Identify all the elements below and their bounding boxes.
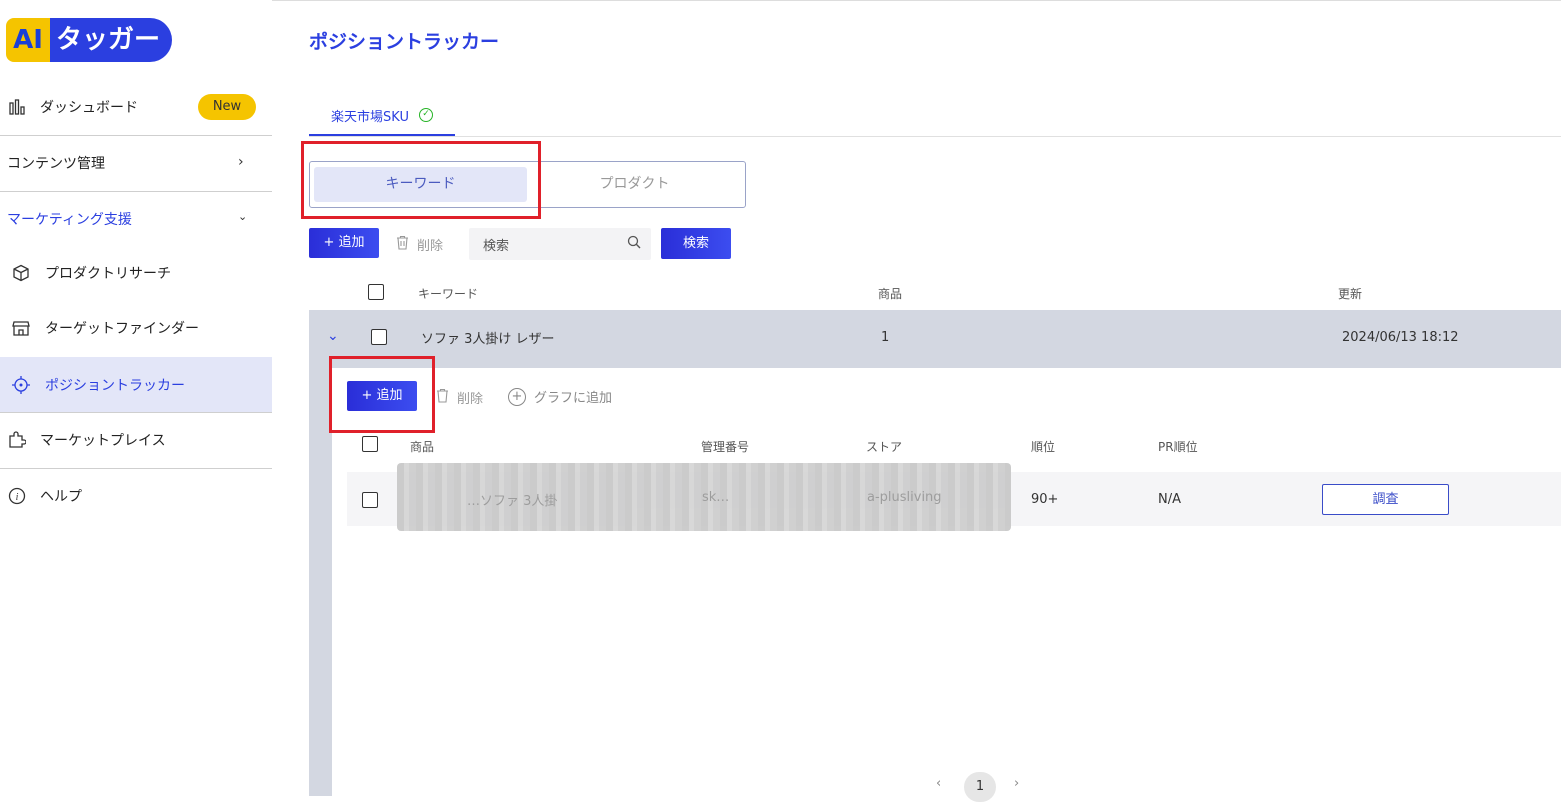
- tab-label: 楽天市場SKU: [331, 109, 409, 125]
- header-product: 商品: [878, 287, 903, 301]
- bar-chart-icon: [8, 97, 28, 117]
- sub-row-mgmt: sk…: [702, 490, 730, 505]
- search-icon: [627, 235, 641, 253]
- sub-header-store: ストア: [866, 440, 903, 454]
- app-logo[interactable]: AI タッガー: [6, 18, 173, 62]
- tab-underline: [309, 136, 1561, 137]
- row-updated: 2024/06/13 18:12: [1342, 330, 1459, 345]
- sub-delete-button[interactable]: 削除: [436, 388, 483, 407]
- highlight-box-segment: [301, 141, 541, 219]
- sidebar-item-marketplace[interactable]: マーケットプレイス: [0, 427, 272, 453]
- highlight-box-add: [329, 356, 435, 433]
- crosshair-icon: [11, 375, 31, 395]
- chevron-down-icon: ⌄: [238, 210, 248, 223]
- sub-row-rank: 90+: [1031, 492, 1059, 507]
- pager-next-icon[interactable]: ›: [1014, 776, 1019, 791]
- search-button[interactable]: 検索: [661, 228, 731, 259]
- sidebar-item-position-tracker[interactable]: ポジショントラッカー: [0, 357, 272, 412]
- sub-header-pr-rank: PR順位: [1158, 440, 1198, 454]
- store-icon: [11, 318, 31, 338]
- divider: [0, 135, 272, 136]
- investigate-button[interactable]: 調査: [1322, 484, 1449, 515]
- delete-button[interactable]: 削除: [396, 235, 443, 254]
- delete-label: 削除: [457, 392, 484, 407]
- sidebar-item-label: ヘルプ: [40, 489, 82, 505]
- select-all-checkbox[interactable]: [368, 284, 384, 300]
- page-number[interactable]: 1: [964, 772, 996, 802]
- header-updated: 更新: [1338, 287, 1363, 301]
- page-title: ポジショントラッカー: [309, 31, 500, 53]
- chevron-down-icon[interactable]: ⌄: [327, 328, 339, 344]
- row-checkbox[interactable]: [371, 329, 387, 345]
- sidebar-item-label: マーケティング支援: [7, 212, 132, 228]
- trash-icon: [396, 235, 409, 254]
- sidebar-item-marketing[interactable]: マーケティング支援: [0, 206, 272, 232]
- svg-text:i: i: [16, 492, 19, 503]
- row-product-count: 1: [881, 330, 890, 345]
- info-icon: i: [7, 486, 27, 506]
- plus-circle-icon: +: [508, 387, 526, 406]
- redacted-product-info: …ソファ 3人掛 sk… a-plusliving: [397, 463, 1011, 531]
- divider: [0, 468, 272, 469]
- sidebar-item-label: ダッシュボード: [40, 100, 138, 116]
- sidebar-item-target-finder[interactable]: ターゲットファインダー: [0, 315, 272, 341]
- sidebar: AI タッガー ダッシュボード New コンテンツ管理 › マーケティング支援 …: [0, 0, 272, 796]
- divider: [0, 412, 272, 413]
- add-keyword-button[interactable]: + 追加: [309, 228, 379, 258]
- search-input[interactable]: 検索: [469, 228, 651, 260]
- new-badge: New: [198, 94, 256, 120]
- sub-header-rank: 順位: [1031, 440, 1056, 454]
- pager-prev-icon[interactable]: ‹: [936, 776, 941, 791]
- sidebar-item-content[interactable]: コンテンツ管理: [0, 150, 272, 176]
- logo-name: タッガー: [50, 18, 173, 62]
- tab-rakuten-sku[interactable]: 楽天市場SKU ✓: [309, 96, 455, 136]
- box-icon: [11, 263, 31, 283]
- trash-icon: [436, 388, 449, 407]
- sub-row-store: a-plusliving: [867, 490, 942, 505]
- search-placeholder: 検索: [483, 238, 510, 254]
- sub-row-product: …ソファ 3人掛: [467, 494, 558, 509]
- sub-select-all-checkbox[interactable]: [362, 436, 378, 452]
- chevron-right-icon: ›: [238, 154, 244, 170]
- segment-product[interactable]: プロダクト: [528, 167, 741, 202]
- add-graph-label: グラフに追加: [534, 391, 613, 406]
- puzzle-icon: [7, 430, 27, 450]
- row-keyword: ソファ 3人掛け レザー: [421, 332, 555, 347]
- sidebar-item-label: ターゲットファインダー: [45, 321, 199, 337]
- divider: [0, 191, 272, 192]
- sidebar-item-label: コンテンツ管理: [7, 156, 105, 172]
- delete-label: 削除: [417, 239, 444, 254]
- sub-header-product: 商品: [410, 440, 435, 454]
- sub-row-pr-rank: N/A: [1158, 492, 1181, 507]
- add-to-graph-button[interactable]: + グラフに追加: [508, 387, 612, 406]
- check-circle-icon: ✓: [418, 108, 433, 122]
- sidebar-item-label: マーケットプレイス: [40, 433, 166, 449]
- header-keyword: キーワード: [418, 287, 479, 301]
- sidebar-item-label: プロダクトリサーチ: [45, 266, 171, 282]
- sub-row-checkbox[interactable]: [362, 492, 378, 508]
- sub-header-mgmt: 管理番号: [701, 440, 750, 454]
- sidebar-item-label: ポジショントラッカー: [45, 377, 185, 394]
- sidebar-item-help[interactable]: i ヘルプ: [0, 483, 272, 509]
- logo-ai: AI: [6, 18, 50, 62]
- sidebar-item-product-research[interactable]: プロダクトリサーチ: [0, 260, 272, 286]
